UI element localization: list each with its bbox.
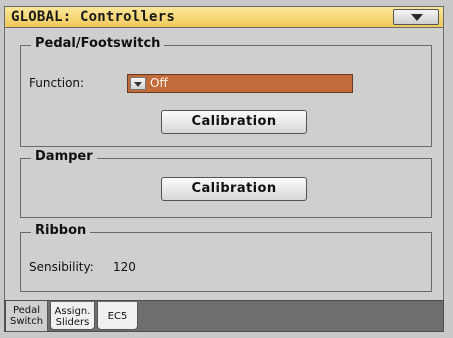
dropdown-arrow-button[interactable] — [130, 77, 146, 90]
tab-label-line2: Switch — [9, 316, 44, 327]
page-title: GLOBAL: Controllers — [11, 9, 175, 25]
chevron-down-icon — [134, 82, 142, 87]
tab-ec5[interactable]: EC5 — [97, 302, 138, 330]
pedal-footswitch-title: Pedal/Footswitch — [31, 36, 165, 51]
page-menu-button[interactable] — [393, 9, 439, 25]
tab-label-line2: Sliders — [55, 317, 90, 328]
ribbon-group: Ribbon Sensibility: 120 — [20, 223, 432, 292]
chevron-down-icon — [411, 14, 423, 21]
pedal-calibration-button[interactable]: Calibration — [161, 110, 307, 134]
damper-title: Damper — [31, 149, 97, 164]
ribbon-title: Ribbon — [31, 223, 91, 238]
damper-calibration-button[interactable]: Calibration — [161, 177, 307, 201]
title-bar: GLOBAL: Controllers — [4, 6, 444, 28]
pedal-footswitch-group: Pedal/Footswitch Function: Off Calibrati… — [20, 36, 432, 147]
function-label: Function: — [29, 76, 85, 90]
global-controllers-window: GLOBAL: Controllers Pedal/Footswitch Fun… — [0, 0, 453, 338]
tab-pedal-switch[interactable]: Pedal Switch — [5, 301, 48, 332]
tab-label-line1: Assign. — [54, 306, 91, 317]
tab-strip: Pedal Switch Assign. Sliders EC5 — [4, 300, 444, 332]
content-area: Pedal/Footswitch Function: Off Calibrati… — [4, 28, 444, 300]
function-dropdown[interactable]: Off — [127, 74, 353, 93]
damper-group: Damper Calibration — [20, 149, 432, 218]
function-value: Off — [150, 76, 168, 90]
sensibility-value[interactable]: 120 — [113, 260, 136, 274]
tab-label-line1: EC5 — [107, 311, 128, 322]
tab-label-line1: Pedal — [12, 305, 41, 316]
tab-assign-sliders[interactable]: Assign. Sliders — [50, 302, 95, 330]
sensibility-label: Sensibility: — [29, 260, 94, 274]
